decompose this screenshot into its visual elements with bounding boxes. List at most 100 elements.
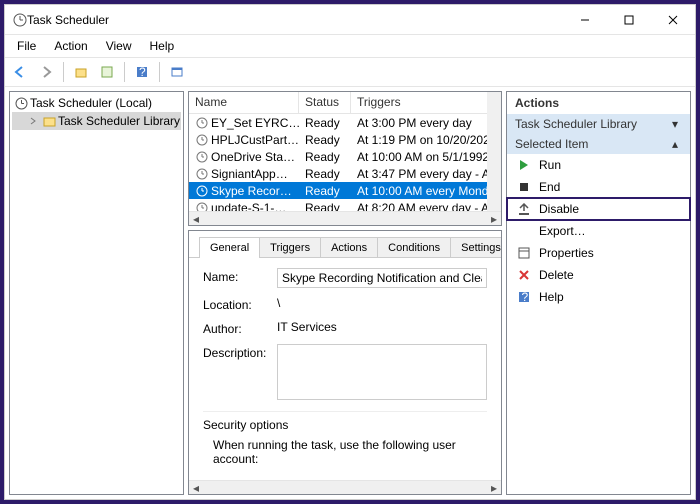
tab-actions[interactable]: Actions (320, 237, 378, 258)
action-properties[interactable]: Properties (507, 242, 690, 264)
help-toolbar-button[interactable]: ? (131, 61, 153, 83)
chevron-down-icon: ▾ (668, 117, 682, 131)
horizontal-scrollbar[interactable]: ◂ ▸ (189, 211, 501, 225)
description-field[interactable] (277, 344, 487, 400)
chevron-right-icon (26, 114, 40, 128)
stop-icon (517, 180, 531, 194)
titlebar: Task Scheduler (5, 5, 695, 35)
play-icon (517, 158, 531, 172)
task-row[interactable]: SigniantApp… ReadyAt 3:47 PM every day - … (189, 165, 501, 182)
task-status: Ready (299, 150, 351, 164)
tree-root-label: Task Scheduler (Local) (30, 96, 152, 110)
action-disable[interactable]: Disable (507, 198, 690, 220)
col-status[interactable]: Status (299, 92, 351, 113)
help-icon: ? (517, 290, 531, 304)
action-end[interactable]: End (507, 176, 690, 198)
task-trigger: At 1:19 PM on 10/20/2020 - After tri (351, 133, 501, 147)
task-status: Ready (299, 133, 351, 147)
task-list-header: Name Status Triggers (189, 92, 501, 114)
task-row[interactable]: Skype Recor… ReadyAt 10:00 AM every Monda… (189, 182, 501, 199)
location-value: \ (277, 296, 487, 310)
disable-icon (517, 202, 531, 216)
toolbar: ? (5, 57, 695, 87)
actions-section-library[interactable]: Task Scheduler Library ▾ (507, 114, 690, 134)
clock-icon (195, 167, 209, 181)
clock-icon (195, 133, 209, 147)
details-hscroll[interactable]: ◂ ▸ (189, 480, 501, 494)
name-field[interactable] (277, 268, 487, 288)
task-row[interactable]: OneDrive Sta…ReadyAt 10:00 AM on 5/1/199… (189, 148, 501, 165)
minimize-button[interactable] (563, 5, 607, 35)
scroll-right-icon[interactable]: ▸ (487, 481, 501, 495)
task-name: EY_Set EYRC… (211, 116, 299, 130)
menu-action[interactable]: Action (46, 37, 95, 55)
middle-panel: Name Status Triggers EY_Set EYRC…ReadyAt… (188, 91, 502, 495)
task-row[interactable]: EY_Set EYRC…ReadyAt 3:00 PM every day (189, 114, 501, 131)
task-status: Ready (299, 184, 351, 198)
folder-icon (42, 114, 56, 128)
scroll-right-icon[interactable]: ▸ (487, 212, 501, 226)
actions-panel: Actions Task Scheduler Library ▾ Selecte… (506, 91, 691, 495)
action-run[interactable]: Run (507, 154, 690, 176)
menu-view[interactable]: View (98, 37, 140, 55)
actions-section-selected[interactable]: Selected Item ▴ (507, 134, 690, 154)
task-name: HPLJCustPart… (211, 133, 299, 147)
menu-help[interactable]: Help (142, 37, 183, 55)
maximize-button[interactable] (607, 5, 651, 35)
window-title: Task Scheduler (27, 13, 563, 27)
task-status: Ready (299, 116, 351, 130)
body: Task Scheduler (Local) Task Scheduler Li… (5, 87, 695, 499)
delete-icon (517, 268, 531, 282)
description-label: Description: (203, 344, 277, 360)
task-status: Ready (299, 167, 351, 181)
show-hide-button[interactable] (166, 61, 188, 83)
action-export[interactable]: Export… (507, 220, 690, 242)
action-help[interactable]: ? Help (507, 286, 690, 308)
app-icon (13, 13, 27, 27)
forward-button[interactable] (35, 61, 57, 83)
tree-library[interactable]: Task Scheduler Library (12, 112, 181, 130)
task-name: Skype Recor… (211, 184, 292, 198)
action-delete[interactable]: Delete (507, 264, 690, 286)
task-trigger: At 10:00 AM on 5/1/1992 - After trig (351, 150, 501, 164)
tree-panel: Task Scheduler (Local) Task Scheduler Li… (9, 91, 184, 495)
tab-conditions[interactable]: Conditions (377, 237, 451, 258)
svg-text:?: ? (522, 291, 529, 303)
vertical-scrollbar[interactable] (487, 92, 501, 211)
task-trigger: At 3:00 PM every day (351, 116, 501, 130)
main-window: Task Scheduler File Action View Help ? T… (4, 4, 696, 500)
svg-text:?: ? (139, 65, 146, 79)
clock-icon (195, 201, 209, 212)
task-row[interactable]: update-S-1-…ReadyAt 8:20 AM every day - … (189, 199, 501, 211)
col-triggers[interactable]: Triggers (351, 92, 501, 113)
tab-triggers[interactable]: Triggers (259, 237, 321, 258)
name-label: Name: (203, 268, 277, 284)
back-button[interactable] (9, 61, 31, 83)
task-list-body: EY_Set EYRC…ReadyAt 3:00 PM every dayHPL… (189, 114, 501, 211)
folder-up-button[interactable] (70, 61, 92, 83)
col-name[interactable]: Name (189, 92, 299, 113)
properties-icon (517, 246, 531, 260)
task-trigger: At 10:00 AM every Monday of ever (351, 184, 501, 198)
task-trigger: At 3:47 PM every day - After trigger (351, 167, 501, 181)
task-name: SigniantApp… (211, 167, 288, 181)
tab-general[interactable]: General (199, 237, 260, 258)
refresh-button[interactable] (96, 61, 118, 83)
scroll-left-icon[interactable]: ◂ (189, 481, 203, 495)
menubar: File Action View Help (5, 35, 695, 57)
task-name: update-S-1-… (211, 201, 286, 212)
tree-library-label: Task Scheduler Library (58, 114, 180, 128)
account-label: When running the task, use the following… (203, 438, 487, 466)
export-icon (517, 224, 531, 238)
tab-content-general: Name: Location: \ Author: IT Services De… (189, 257, 501, 480)
close-button[interactable] (651, 5, 695, 35)
task-list: Name Status Triggers EY_Set EYRC…ReadyAt… (188, 91, 502, 226)
clock-icon (195, 150, 209, 164)
tree-root[interactable]: Task Scheduler (Local) (12, 94, 181, 112)
menu-file[interactable]: File (9, 37, 44, 55)
security-header: Security options (203, 418, 487, 432)
scroll-left-icon[interactable]: ◂ (189, 212, 203, 226)
task-row[interactable]: HPLJCustPart…ReadyAt 1:19 PM on 10/20/20… (189, 131, 501, 148)
author-label: Author: (203, 320, 277, 336)
tab-settings[interactable]: Settings (450, 237, 502, 258)
